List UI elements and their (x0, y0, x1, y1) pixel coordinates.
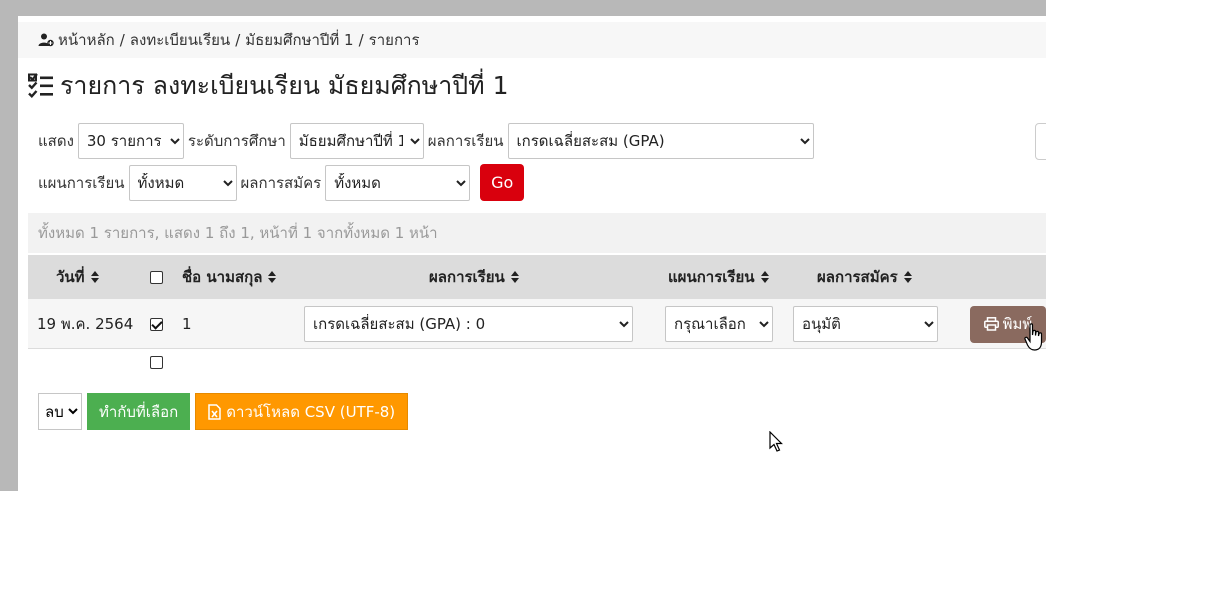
checklist-icon (28, 73, 54, 99)
header-apply[interactable]: ผลการสมัคร (817, 255, 912, 299)
header-plan-label: แผนการเรียน (668, 268, 755, 286)
footer-select-all-checkbox[interactable] (150, 356, 163, 369)
page-title: รายการ ลงทะเบียนเรียน มัธยมศึกษาปีที่ 1 (28, 66, 509, 106)
go-button[interactable]: Go (480, 164, 525, 201)
page-viewport: หน้าหลัก / ลงทะเบียนเรียน / มัธยมศึกษาปี… (18, 16, 1046, 491)
row-plan-cell: กรุณาเลือก (665, 299, 777, 349)
row-checkbox[interactable] (150, 317, 163, 331)
level-select[interactable]: มัธยมศึกษาปีที่ 1 (289, 123, 424, 159)
sort-icon (510, 270, 519, 284)
apply-result-label: ผลการสมัคร (240, 173, 322, 192)
window-chrome-top (0, 0, 1046, 16)
footer-select-all (150, 355, 163, 373)
bulk-action-select[interactable]: ลบ (38, 393, 82, 430)
select-all-checkbox[interactable] (150, 270, 163, 284)
window-chrome-left (0, 0, 18, 491)
table-header: วันที่ ชื่อ นามสกุล ผลการเรียน แผนการเรี… (28, 255, 1046, 299)
row-result-select[interactable]: เกรดเฉลี่ยสะสม (GPA) : 0 (304, 306, 633, 342)
sort-icon (268, 270, 277, 284)
page-title-text: รายการ ลงทะเบียนเรียน มัธยมศึกษาปีที่ 1 (60, 71, 509, 100)
header-result[interactable]: ผลการเรียน (429, 255, 519, 299)
table-row: 19 พ.ค. 2564 1 เกรดเฉลี่ยสะสม (GPA) : 0 … (28, 299, 1046, 349)
download-csv-button[interactable]: ดาวน์โหลด CSV (UTF-8) (195, 393, 409, 430)
header-plan[interactable]: แผนการเรียน (668, 255, 769, 299)
print-button[interactable]: พิมพ์ (970, 305, 1046, 343)
apply-selected-button[interactable]: ทำกับที่เลือก (87, 393, 191, 430)
sort-icon (90, 270, 99, 284)
user-plus-icon (38, 32, 54, 48)
header-name-label: ชื่อ นามสกุล (182, 268, 263, 286)
result-label: ผลการเรียน (427, 132, 504, 150)
row-checkbox-cell (150, 299, 163, 349)
excel-file-icon (208, 403, 221, 420)
header-date-label: วันที่ (56, 268, 85, 286)
breadcrumb-separator: / (235, 31, 241, 49)
download-csv-label: ดาวน์โหลด CSV (UTF-8) (226, 402, 396, 421)
row-plan-select[interactable]: กรุณาเลือก (665, 306, 773, 342)
plan-label: แผนการเรียน (38, 173, 125, 192)
filter-row-1: แสดง 30 รายการ ระดับการศึกษา มัธยมศึกษาป… (38, 123, 818, 159)
header-apply-label: ผลการสมัคร (817, 268, 898, 286)
print-button-label: พิมพ์ (1002, 315, 1033, 333)
header-date[interactable]: วันที่ (56, 255, 99, 299)
result-select[interactable]: เกรดเฉลี่ยสะสม (GPA) (507, 123, 814, 159)
header-name[interactable]: ชื่อ นามสกุล (182, 255, 277, 299)
plan-select[interactable]: ทั้งหมด (128, 164, 237, 201)
row-apply-cell: อนุมัติ (793, 299, 942, 349)
search-input[interactable] (1035, 123, 1046, 160)
breadcrumb-separator: / (358, 31, 364, 49)
row-print-cell: พิมพ์ (970, 299, 1046, 349)
breadcrumb-section-link[interactable]: ลงทะเบียนเรียน (130, 28, 230, 52)
breadcrumb: หน้าหลัก / ลงทะเบียนเรียน / มัธยมศึกษาปี… (18, 22, 1046, 58)
sort-icon (760, 270, 769, 284)
row-name: 1 (182, 315, 192, 333)
pagination-summary: ทั้งหมด 1 รายการ, แสดง 1 ถึง 1, หน้าที่ … (28, 213, 1046, 253)
apply-result-select[interactable]: ทั้งหมด (325, 164, 471, 201)
filter-row-2: แผนการเรียน ทั้งหมด ผลการสมัคร ทั้งหมด G… (38, 164, 525, 201)
breadcrumb-separator: / (119, 31, 125, 49)
header-select-all[interactable] (150, 255, 163, 299)
show-label: แสดง (38, 132, 74, 150)
level-label: ระดับการศึกษา (187, 132, 286, 150)
row-apply-select[interactable]: อนุมัติ (793, 306, 938, 342)
row-date: 19 พ.ค. 2564 (37, 315, 134, 333)
breadcrumb-current: รายการ (368, 31, 420, 49)
breadcrumb-level-link[interactable]: มัธยมศึกษาปีที่ 1 (245, 28, 353, 52)
header-result-label: ผลการเรียน (429, 268, 505, 286)
row-result-cell: เกรดเฉลี่ยสะสม (GPA) : 0 (304, 299, 637, 349)
sort-icon (903, 270, 912, 284)
show-count-select[interactable]: 30 รายการ (77, 123, 184, 159)
printer-icon (983, 317, 999, 331)
breadcrumb-home-link[interactable]: หน้าหลัก (58, 28, 115, 52)
bulk-actions: ลบ ทำกับที่เลือก ดาวน์โหลด CSV (UTF-8) (38, 393, 409, 430)
